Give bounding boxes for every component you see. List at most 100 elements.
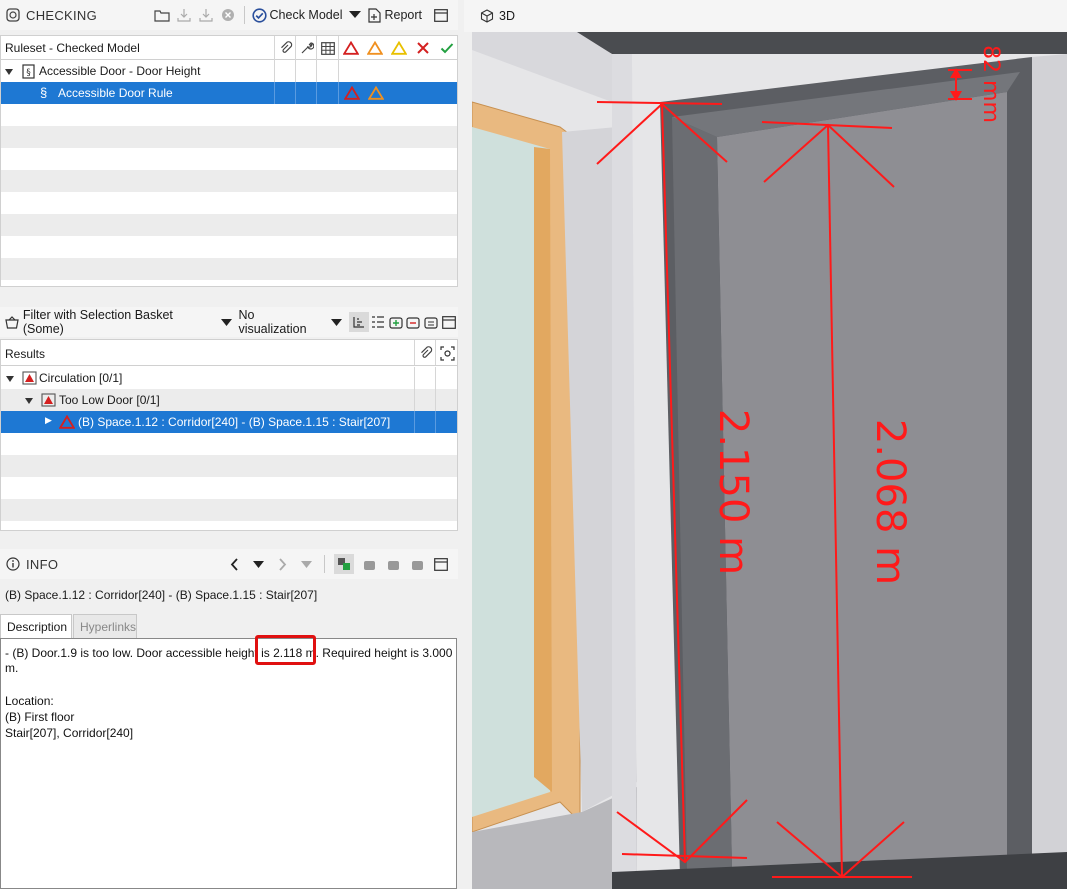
- remove-basket-icon[interactable]: [405, 313, 423, 331]
- tab-hyperlinks[interactable]: Hyperlinks: [73, 614, 137, 638]
- check-model-dropdown-icon[interactable]: [346, 6, 364, 24]
- rejected-column-icon[interactable]: [414, 39, 432, 57]
- ruleset-row[interactable]: § Accessible Door - Door Height: [1, 60, 457, 82]
- parameters-column-icon[interactable]: [298, 39, 316, 57]
- forward-arrow-icon[interactable]: [273, 555, 291, 573]
- report-icon: [368, 7, 382, 23]
- column-divider: [414, 411, 415, 433]
- tab-description[interactable]: Description: [0, 614, 72, 638]
- filter-dropdown-label[interactable]: Filter with Selection Basket (Some): [23, 308, 216, 336]
- empty-row: [1, 455, 457, 477]
- 3d-scene: 2.150 m 2.068 m 82 mm: [472, 32, 1067, 889]
- result-issue-row-selected[interactable]: ▶ (B) Space.1.12 : Corridor[240] - (B) S…: [1, 411, 457, 433]
- outer-height-label: 2.150 m: [710, 409, 756, 575]
- viewport-title: 3D: [499, 9, 515, 23]
- issue-folder-icon: [20, 369, 38, 387]
- check-model-button[interactable]: Check Model: [251, 7, 342, 23]
- issue-folder-icon: [39, 391, 57, 409]
- results-header-row: Results: [1, 340, 457, 366]
- expand-arrow-icon[interactable]: [3, 63, 15, 81]
- empty-row: [1, 499, 457, 521]
- collapse-arrow-icon[interactable]: ▶: [45, 415, 52, 426]
- rule-row-selected[interactable]: § Accessible Door Rule: [1, 82, 457, 104]
- checking-title: CHECKING: [26, 7, 98, 23]
- viewport-header: 3D: [464, 0, 1067, 32]
- description-panel: - (B) Door.1.9 is too low. Door accessib…: [0, 635, 457, 889]
- report-label: Report: [384, 8, 422, 22]
- report-button[interactable]: Report: [368, 7, 422, 23]
- accepted-column-icon[interactable]: [438, 39, 456, 57]
- ruleset-label: Accessible Door - Door Height: [39, 64, 201, 78]
- empty-row: [1, 258, 457, 280]
- info-icon: [4, 555, 22, 573]
- filter-dropdown-icon[interactable]: [218, 313, 236, 331]
- inner-height-label: 2.068 m: [867, 419, 913, 585]
- column-divider: [414, 389, 415, 411]
- description-suffix: Required height is 3.000: [318, 646, 453, 660]
- low-issue-column-icon[interactable]: [390, 39, 408, 57]
- show-hierarchy-icon[interactable]: [349, 312, 369, 332]
- export-icon[interactable]: [197, 6, 215, 24]
- link-selection-icon[interactable]: [334, 554, 354, 574]
- column-divider: [274, 82, 275, 104]
- column-divider: [414, 367, 415, 389]
- result-issue-label: (B) Space.1.12 : Corridor[240] - (B) Spa…: [78, 415, 391, 429]
- column-divider: [414, 340, 415, 365]
- basket-add-icon[interactable]: [384, 555, 402, 573]
- critical-issue-column-icon[interactable]: [342, 39, 360, 57]
- visualization-dropdown-icon[interactable]: [327, 313, 345, 331]
- result-subgroup-row[interactable]: Too Low Door [0/1]: [1, 389, 457, 411]
- back-arrow-icon[interactable]: [225, 555, 243, 573]
- column-divider: [295, 82, 296, 104]
- list-view-icon[interactable]: [369, 313, 387, 331]
- ruleset-tree-table: Ruleset - Checked Model § Accessible Doo…: [0, 35, 458, 287]
- attachment-column-icon[interactable]: [417, 344, 435, 362]
- svg-text:§: §: [26, 68, 31, 78]
- empty-row: [1, 477, 457, 499]
- rule-label: Accessible Door Rule: [58, 86, 173, 100]
- expand-arrow-icon[interactable]: [23, 392, 35, 410]
- open-folder-icon[interactable]: [153, 6, 171, 24]
- column-divider: [338, 82, 339, 104]
- stop-icon[interactable]: [219, 6, 237, 24]
- column-divider: [435, 340, 436, 365]
- ruleset-header-row: Ruleset - Checked Model: [1, 36, 457, 60]
- empty-row: [1, 214, 457, 236]
- basket-remove-icon[interactable]: [408, 555, 426, 573]
- forward-dropdown-icon[interactable]: [297, 555, 315, 573]
- checking-header: CHECKING Check Model Report: [0, 0, 458, 30]
- panel-maximize-icon[interactable]: [432, 555, 450, 573]
- moderate-issue-column-icon[interactable]: [366, 39, 384, 57]
- 3d-viewport[interactable]: 2.150 m 2.068 m 82 mm: [472, 32, 1067, 889]
- column-divider: [435, 411, 436, 433]
- description-line-2: m.: [5, 661, 19, 675]
- ruleset-column-header[interactable]: Ruleset - Checked Model: [5, 41, 140, 55]
- info-subject: (B) Space.1.12 : Corridor[240] - (B) Spa…: [5, 588, 318, 602]
- cube-icon: [478, 7, 496, 25]
- results-column-header[interactable]: Results: [5, 347, 45, 361]
- filter-basket-icon: [3, 313, 21, 331]
- maximize-icon[interactable]: [432, 6, 450, 24]
- add-basket-icon[interactable]: [387, 313, 405, 331]
- attachment-column-icon[interactable]: [277, 39, 295, 57]
- info-title: INFO: [26, 556, 59, 572]
- gap-label: 82 mm: [978, 45, 1003, 123]
- import-icon[interactable]: [175, 6, 193, 24]
- ruleset-icon: §: [19, 62, 37, 80]
- panel-maximize-icon[interactable]: [440, 313, 458, 331]
- expand-arrow-icon[interactable]: [4, 370, 16, 388]
- empty-row: [1, 433, 457, 455]
- visualization-dropdown-label[interactable]: No visualization: [238, 308, 325, 336]
- basket-icon[interactable]: [422, 313, 440, 331]
- highlight-annotation-box: [255, 635, 316, 665]
- history-dropdown-icon[interactable]: [249, 555, 267, 573]
- toolbar-separator: [324, 555, 325, 573]
- table-column-icon[interactable]: [319, 39, 337, 57]
- camera-column-icon[interactable]: [438, 344, 456, 362]
- result-group-row[interactable]: Circulation [0/1]: [1, 367, 457, 389]
- empty-row: [1, 148, 457, 170]
- basket-icon[interactable]: [360, 555, 378, 573]
- location-floor: (B) First floor: [5, 710, 75, 724]
- column-divider: [435, 389, 436, 411]
- column-divider: [316, 82, 317, 104]
